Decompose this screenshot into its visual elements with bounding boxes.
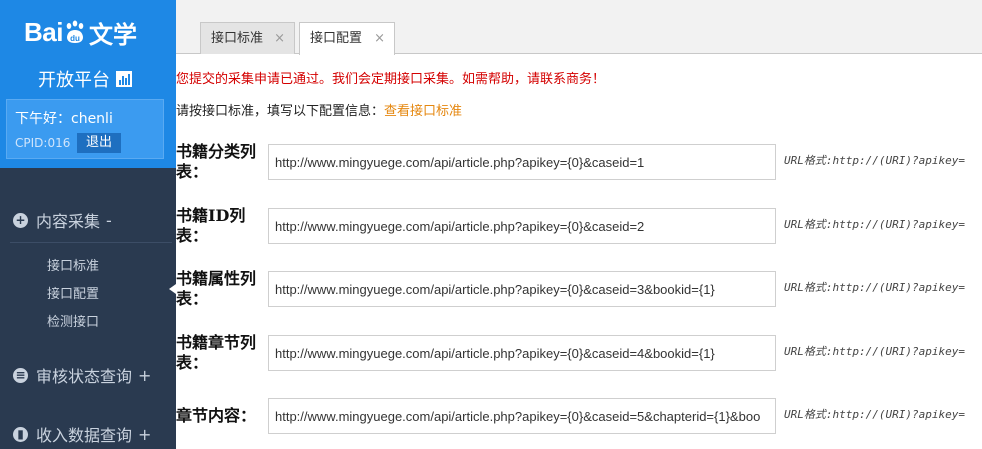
user-panel: 下午好：chenli CPID:016 退出 — [6, 99, 164, 159]
book-ids-url-input[interactable] — [268, 208, 776, 244]
expand-icon: + — [138, 424, 152, 444]
url-format-hint: URL格式:http://(URI)?apikey= — [784, 218, 965, 231]
instruction-line: 请按接口标准，填写以下配置信息：查看接口标准 — [176, 100, 462, 119]
field-label: 书籍分类列表： — [176, 142, 257, 181]
tab-interface-config[interactable]: 接口配置 × — [299, 22, 395, 55]
platform-title: 开放平台 — [38, 66, 132, 92]
main-content: 接口标准 × 接口配置 × 您提交的采集申请已通过。我们会定期接口采集。如需帮助… — [176, 0, 982, 449]
tab-label: 接口配置 — [310, 31, 363, 46]
nav-group-label: 审核状态查询 — [36, 367, 133, 386]
brand-panel: Bai du 文学 开放平台 下午好：chenli CPID:016 退出 — [0, 0, 176, 168]
logo-du-text: du — [70, 34, 80, 43]
paw-icon: du — [64, 20, 86, 44]
nav-group-label: 收入数据查询 — [36, 426, 133, 445]
nav-group-content-collection[interactable]: + 内容采集 - — [0, 208, 176, 232]
nav-divider — [10, 242, 172, 243]
chapter-content-url-input[interactable] — [268, 398, 776, 434]
tab-strip: 接口标准 × 接口配置 × — [176, 0, 982, 55]
field-label: 书籍ID列表： — [176, 206, 246, 245]
logo-wenxue-text: 文学 — [88, 20, 137, 49]
collapse-icon: - — [106, 210, 112, 230]
book-attributes-url-input[interactable] — [268, 271, 776, 307]
platform-label: 开放平台 — [38, 70, 110, 91]
field-label: 书籍属性列表： — [176, 269, 257, 308]
expand-icon: + — [138, 365, 152, 385]
sidebar-item-interface-standard[interactable]: 接口标准 — [47, 255, 99, 274]
approval-notice: 您提交的采集申请已通过。我们会定期接口采集。如需帮助，请联系商务！ — [176, 72, 606, 87]
tab-interface-standard[interactable]: 接口标准 × — [200, 22, 295, 54]
active-item-caret — [169, 284, 176, 294]
nav-group-label: 内容采集 — [36, 212, 101, 231]
field-row-book-ids: 书籍ID列表： URL格式:http://(URI)?apikey= — [176, 206, 982, 246]
close-icon[interactable]: × — [374, 23, 385, 55]
bar-chart-icon — [116, 71, 132, 87]
book-chapters-url-input[interactable] — [268, 335, 776, 371]
url-format-hint: URL格式:http://(URI)?apikey= — [784, 281, 965, 294]
field-label: 书籍章节列表： — [176, 333, 257, 372]
user-greeting: 下午好：chenli — [15, 111, 113, 127]
tab-label: 接口标准 — [211, 31, 264, 46]
sidebar-item-check-interface[interactable]: 检测接口 — [47, 311, 99, 330]
nav-group-review-status[interactable]: ≡ 审核状态查询 + — [0, 363, 176, 387]
field-row-book-categories: 书籍分类列表： URL格式:http://(URI)?apikey= — [176, 142, 982, 182]
view-standard-link[interactable]: 查看接口标准 — [384, 104, 462, 119]
field-row-book-chapters: 书籍章节列表： URL格式:http://(URI)?apikey= — [176, 333, 982, 373]
plus-circle-icon: + — [13, 212, 28, 228]
field-row-chapter-content: 章节内容： URL格式:http://(URI)?apikey= — [176, 396, 982, 436]
field-label: 章节内容： — [176, 406, 257, 425]
close-icon[interactable]: × — [274, 23, 285, 55]
cpid-label: CPID:016 — [15, 136, 71, 150]
chart-circle-icon: ▮ — [13, 426, 28, 442]
field-row-book-attributes: 书籍属性列表： URL格式:http://(URI)?apikey= — [176, 269, 982, 309]
sidebar-item-interface-config[interactable]: 接口配置 — [47, 283, 99, 302]
logo-bai-text: Bai — [24, 16, 63, 47]
list-circle-icon: ≡ — [13, 367, 28, 383]
sidebar: Bai du 文学 开放平台 下午好：chenli CPID:016 退出 + … — [0, 0, 176, 449]
nav-group-income-data[interactable]: ▮ 收入数据查询 + — [0, 422, 176, 446]
logout-button[interactable]: 退出 — [77, 133, 121, 153]
instruction-text: 请按接口标准，填写以下配置信息： — [176, 104, 385, 119]
baidu-wenxue-logo[interactable]: Bai du 文学 — [24, 12, 137, 52]
url-format-hint: URL格式:http://(URI)?apikey= — [784, 154, 965, 167]
url-format-hint: URL格式:http://(URI)?apikey= — [784, 408, 965, 421]
book-categories-url-input[interactable] — [268, 144, 776, 180]
url-format-hint: URL格式:http://(URI)?apikey= — [784, 345, 965, 358]
